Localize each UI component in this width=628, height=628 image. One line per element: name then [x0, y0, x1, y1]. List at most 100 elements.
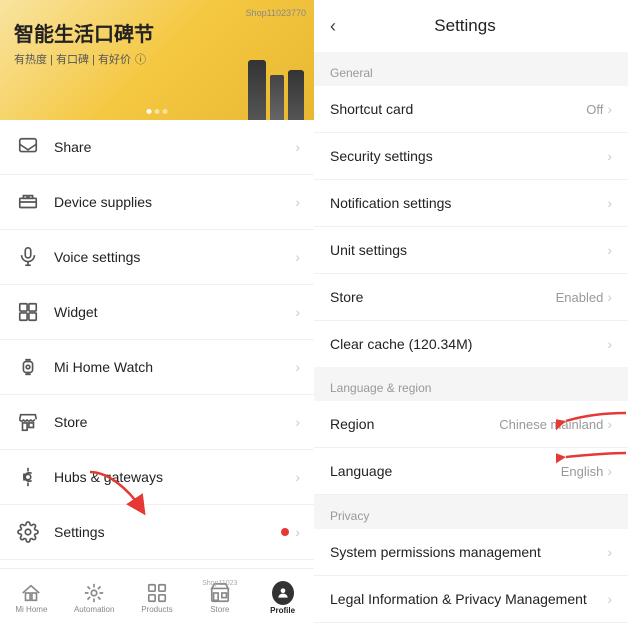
settings-item-security-settings[interactable]: Security settings ›: [314, 133, 628, 180]
right-header: ‹ Settings: [314, 0, 628, 52]
shortcut-card-value: Off: [586, 102, 603, 117]
security-settings-arrow: ›: [607, 148, 612, 164]
menu-arrow-hubs-gateways: ›: [295, 469, 300, 485]
security-settings-label: Security settings: [330, 148, 607, 164]
banner-products: [248, 60, 304, 120]
general-group: Shortcut card Off › Security settings › …: [314, 86, 628, 367]
back-button[interactable]: ‹: [330, 16, 336, 37]
dot-2: [155, 109, 160, 114]
menu-arrow-store: ›: [295, 414, 300, 430]
unit-settings-label: Unit settings: [330, 242, 607, 258]
mi-home-watch-icon: [14, 353, 42, 381]
hubs-gateways-icon: [14, 463, 42, 491]
menu-arrow-settings: ›: [295, 524, 300, 540]
dot-1: [147, 109, 152, 114]
widget-icon: [14, 298, 42, 326]
product-bottle-1: [248, 60, 266, 120]
settings-item-clear-cache[interactable]: Clear cache (120.34M) ›: [314, 321, 628, 367]
bottom-nav: Mi Home Automation Products: [0, 568, 314, 628]
settings-item-shortcut-card[interactable]: Shortcut card Off ›: [314, 86, 628, 133]
shortcut-card-label: Shortcut card: [330, 101, 586, 117]
product-bottle-3: [288, 70, 304, 120]
store-setting-value: Enabled: [556, 290, 604, 305]
settings-item-region[interactable]: Region Chinese mainland ›: [314, 401, 628, 448]
nav-item-products[interactable]: Products: [126, 578, 189, 619]
dot-3: [163, 109, 168, 114]
menu-item-hubs-gateways[interactable]: Hubs & gateways ›: [0, 450, 314, 505]
store-setting-arrow: ›: [607, 289, 612, 305]
profile-nav-label: Profile: [270, 606, 295, 615]
menu-arrow-widget: ›: [295, 304, 300, 320]
settings-icon: [14, 518, 42, 546]
nav-item-profile[interactable]: Profile: [251, 578, 314, 619]
menu-label-hubs-gateways: Hubs & gateways: [54, 469, 295, 485]
menu-list: Share › Device supplies ›: [0, 120, 314, 568]
products-nav-icon: [146, 582, 168, 604]
settings-item-personal-info[interactable]: Personal Information Collected ›: [314, 623, 628, 628]
settings-content: General Shortcut card Off › Security set…: [314, 52, 628, 628]
product-bottle-2: [270, 75, 284, 120]
language-label: Language: [330, 463, 561, 479]
banner-text: 智能生活口碑节 有热度 | 有口碑 | 有好价 ⓘ: [14, 18, 154, 67]
system-permissions-arrow: ›: [607, 544, 612, 560]
automation-nav-icon: [83, 582, 105, 604]
language-arrow: ›: [607, 463, 612, 479]
share-icon: [14, 133, 42, 161]
menu-label-mi-home-watch: Mi Home Watch: [54, 359, 295, 375]
automation-nav-label: Automation: [74, 606, 114, 615]
menu-item-widget[interactable]: Widget ›: [0, 285, 314, 340]
menu-item-mi-home-watch[interactable]: Mi Home Watch ›: [0, 340, 314, 395]
nav-item-store-nav[interactable]: Store Shop11023: [188, 578, 251, 619]
menu-item-share[interactable]: Share ›: [0, 120, 314, 175]
banner-dots: [147, 109, 168, 114]
store-nav-label: Store: [210, 606, 229, 615]
menu-label-device-supplies: Device supplies: [54, 194, 295, 210]
legal-info-label: Legal Information & Privacy Management: [330, 591, 607, 607]
settings-item-store-setting[interactable]: Store Enabled ›: [314, 274, 628, 321]
right-panel: › ‹ Settings General Shortcut card Off ›…: [314, 0, 628, 628]
banner-subtitle: 有热度 | 有口碑 | 有好价 ⓘ: [14, 51, 154, 67]
settings-item-system-permissions[interactable]: System permissions management ›: [314, 529, 628, 576]
store-icon: [14, 408, 42, 436]
menu-label-store: Store: [54, 414, 295, 430]
notification-settings-label: Notification settings: [330, 195, 607, 211]
menu-item-device-supplies[interactable]: Device supplies ›: [0, 175, 314, 230]
menu-arrow-voice-settings: ›: [295, 249, 300, 265]
menu-arrow-mi-home-watch: ›: [295, 359, 300, 375]
menu-label-settings: Settings: [54, 524, 281, 540]
mi-home-nav-label: Mi Home: [15, 606, 47, 615]
region-value: Chinese mainland: [499, 417, 603, 432]
menu-label-widget: Widget: [54, 304, 295, 320]
banner-title: 智能生活口碑节: [14, 18, 154, 47]
avatar: [272, 581, 294, 605]
products-nav-label: Products: [141, 606, 173, 615]
profile-nav-icon: [272, 582, 294, 604]
region-arrow: ›: [607, 416, 612, 432]
settings-item-legal-info[interactable]: Legal Information & Privacy Management ›: [314, 576, 628, 623]
settings-item-unit-settings[interactable]: Unit settings ›: [314, 227, 628, 274]
clear-cache-arrow: ›: [607, 336, 612, 352]
settings-item-language[interactable]: Language English ›: [314, 448, 628, 495]
nav-item-mi-home[interactable]: Mi Home: [0, 578, 63, 619]
legal-info-arrow: ›: [607, 591, 612, 607]
general-section-label: General: [314, 52, 628, 86]
lang-region-group: Region Chinese mainland › Language Engli…: [314, 401, 628, 495]
mi-home-nav-icon: [20, 582, 42, 604]
menu-arrow-share: ›: [295, 139, 300, 155]
store-overlay-text: Shop11023: [202, 580, 237, 587]
nav-item-automation[interactable]: Automation: [63, 578, 126, 619]
settings-item-notification-settings[interactable]: Notification settings ›: [314, 180, 628, 227]
menu-item-settings[interactable]: Settings ›: [0, 505, 314, 560]
shop-tag: Shop11023770: [246, 8, 306, 18]
voice-settings-icon: [14, 243, 42, 271]
banner[interactable]: 智能生活口碑节 有热度 | 有口碑 | 有好价 ⓘ Shop11023770: [0, 0, 314, 120]
clear-cache-label: Clear cache (120.34M): [330, 336, 607, 352]
device-supplies-icon: [14, 188, 42, 216]
settings-badge: [281, 528, 289, 536]
menu-item-store[interactable]: Store ›: [0, 395, 314, 450]
privacy-group: System permissions management › Legal In…: [314, 529, 628, 628]
left-panel: 智能生活口碑节 有热度 | 有口碑 | 有好价 ⓘ Shop11023770 ‹: [0, 0, 314, 628]
menu-item-voice-settings[interactable]: Voice settings ›: [0, 230, 314, 285]
settings-page-title: Settings: [344, 16, 586, 36]
lang-region-section-label: Language & region: [314, 367, 628, 401]
